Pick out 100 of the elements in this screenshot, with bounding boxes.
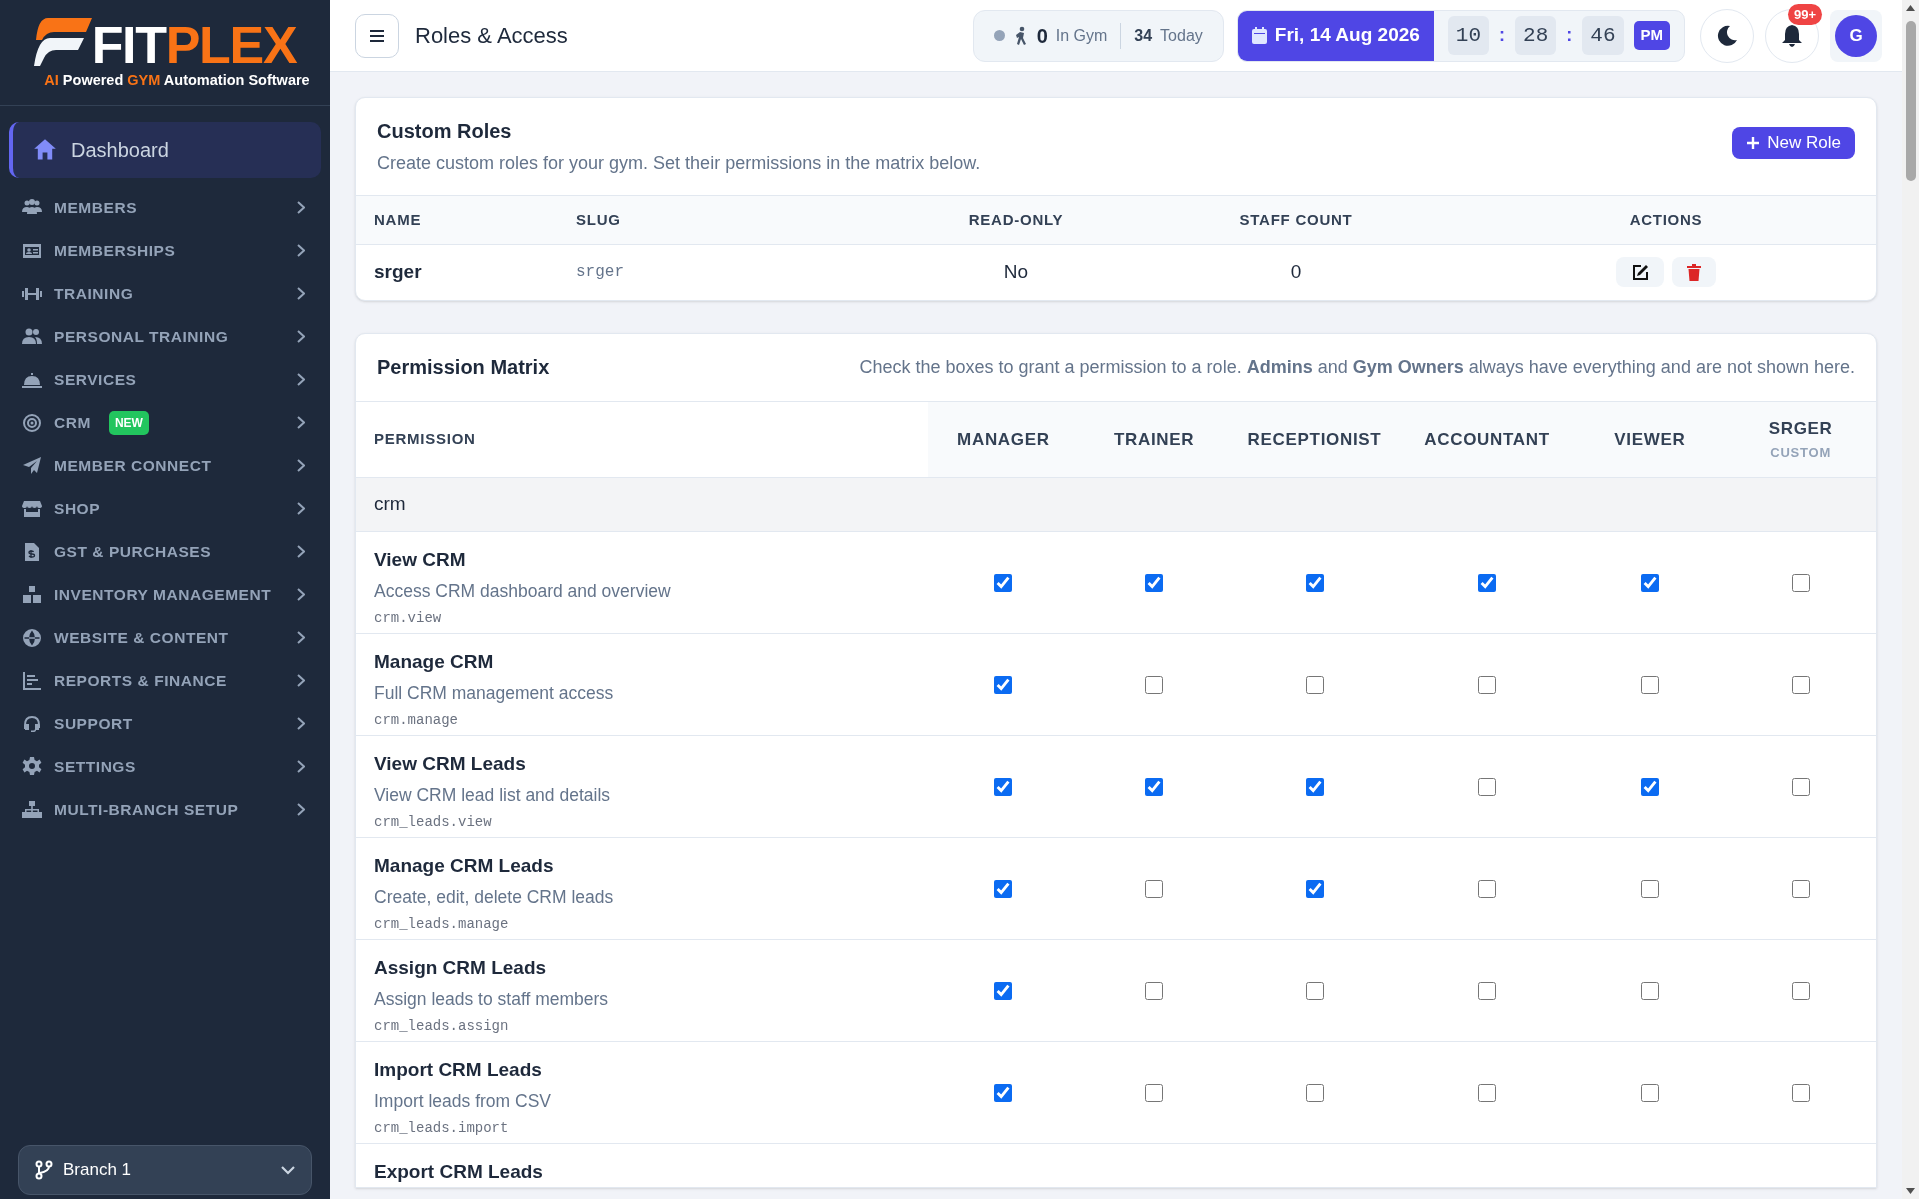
permission-description: Import leads from CSV [374, 1089, 551, 1113]
permission-checkbox[interactable] [1478, 574, 1496, 593]
permission-description: View CRM lead list and details [374, 783, 611, 807]
sidebar-item[interactable]: REPORTS & FINANCE [9, 659, 321, 702]
sidebar-item[interactable]: MEMBERS [9, 186, 321, 229]
permission-checkbox[interactable] [1640, 676, 1659, 695]
sidebar-item[interactable]: WEBSITE & CONTENT [9, 616, 321, 659]
permission-checkbox[interactable] [1305, 778, 1324, 797]
permission-checkbox[interactable] [994, 676, 1013, 695]
chevron-right-icon [297, 502, 305, 515]
permission-checkbox[interactable] [1791, 778, 1810, 797]
permission-checkbox[interactable] [1305, 1084, 1324, 1103]
clock-separator: : [1566, 24, 1573, 47]
permission-checkbox[interactable] [994, 574, 1013, 593]
chevron-right-icon [297, 588, 305, 601]
sidebar-item[interactable]: SUPPORT [9, 702, 321, 745]
chevron-right-icon [297, 330, 305, 343]
permission-checkbox[interactable] [1640, 778, 1659, 797]
permission-checkbox[interactable] [1791, 1084, 1810, 1103]
permission-checkbox[interactable] [1478, 778, 1496, 797]
permission-checkbox[interactable] [994, 1084, 1013, 1103]
permission-checkbox[interactable] [1791, 676, 1810, 695]
permission-checkbox[interactable] [1478, 880, 1496, 899]
chevron-right-icon [297, 416, 305, 429]
card-subtitle: Create custom roles for your gym. Set their permissions in the matrix below. [377, 152, 981, 175]
in-gym-count: 0 [1036, 23, 1048, 49]
permission-checkbox[interactable] [1145, 982, 1164, 1001]
role-column-header: VIEWER [1613, 428, 1687, 451]
boxes-icon [22, 584, 42, 605]
read-only-value: No [896, 244, 1136, 300]
permission-checkbox[interactable] [994, 778, 1013, 797]
permission-title: Manage CRM [374, 650, 495, 674]
permission-checkbox[interactable] [1640, 574, 1659, 593]
permission-checkbox[interactable] [1305, 982, 1324, 1001]
permission-title: Manage CRM Leads [374, 854, 555, 878]
sidebar-item[interactable]: Dashboard [9, 122, 321, 178]
permission-checkbox[interactable] [1305, 880, 1324, 899]
permission-checkbox[interactable] [1478, 982, 1496, 1001]
sidebar-item[interactable]: CRM NEW [9, 401, 321, 444]
card-hint: Check the boxes to grant a permission to a role. Admins and Gym Owners always have everything and are not shown here. [859, 355, 1855, 379]
new-role-button[interactable]: New Role [1732, 127, 1855, 159]
permission-key: crm_leads.view [374, 811, 492, 833]
permission-checkbox[interactable] [1791, 574, 1810, 593]
scrollbar-thumb[interactable] [1905, 21, 1916, 181]
sidebar-item[interactable]: SHOP [9, 487, 321, 530]
permission-checkbox[interactable] [1145, 880, 1164, 899]
moon-icon [1716, 24, 1738, 47]
permission-checkbox[interactable] [1305, 574, 1324, 593]
sidebar-item[interactable]: MULTI-BRANCH SETUP [9, 788, 321, 831]
permission-checkbox[interactable] [1145, 778, 1164, 797]
user-avatar[interactable]: G [1835, 14, 1877, 57]
dark-mode-button[interactable] [1700, 8, 1754, 63]
chevron-right-icon [297, 459, 305, 472]
permission-checkbox[interactable] [1640, 982, 1659, 1001]
plus-icon [1746, 136, 1761, 150]
sidebar-item[interactable]: PERSONAL TRAINING [9, 315, 321, 358]
permission-checkbox[interactable] [994, 880, 1013, 899]
edit-button[interactable] [1616, 257, 1664, 287]
clock-seconds: 46 [1582, 15, 1624, 56]
calendar-icon [1251, 27, 1267, 44]
permission-checkbox[interactable] [1640, 880, 1659, 899]
sidebar-item[interactable]: MEMBERSHIPS [9, 229, 321, 272]
sitemap-icon [22, 799, 42, 820]
store-icon [22, 498, 42, 519]
sidebar-item[interactable]: MEMBER CONNECT [9, 444, 321, 487]
permission-group-label: crm [374, 493, 406, 515]
permission-checkbox[interactable] [1145, 574, 1164, 593]
menu-button[interactable] [355, 13, 399, 58]
edit-icon [1631, 263, 1649, 281]
sidebar-item[interactable]: SETTINGS [9, 745, 321, 788]
sidebar-item[interactable]: TRAINING [9, 272, 321, 315]
logo-word: FIT [91, 21, 166, 68]
column-header: ACTIONS [1456, 195, 1876, 245]
permission-checkbox[interactable] [1791, 982, 1810, 1001]
scrollbar[interactable] [1902, 0, 1919, 1199]
permission-checkbox[interactable] [1478, 676, 1496, 695]
clock-hours: 10 [1447, 15, 1490, 56]
today-count: 34 [1134, 25, 1153, 46]
scroll-up-arrow-icon[interactable] [1906, 5, 1915, 11]
sidebar-item[interactable]: SERVICES [9, 358, 321, 401]
column-header: SLUG [576, 195, 896, 245]
scroll-down-arrow-icon[interactable] [1906, 1188, 1915, 1194]
role-column-header: MANAGER [956, 428, 1051, 451]
role-slug: srger [576, 244, 896, 300]
chevron-right-icon [297, 244, 305, 257]
permission-checkbox[interactable] [1145, 1084, 1164, 1103]
permission-checkbox[interactable] [1305, 676, 1324, 695]
permission-checkbox[interactable] [1145, 676, 1164, 695]
permission-title: Export CRM Leads [374, 1160, 544, 1184]
sidebar-item[interactable]: GST & PURCHASES [9, 530, 321, 573]
permission-checkbox[interactable] [1791, 880, 1810, 899]
delete-button[interactable] [1672, 257, 1716, 287]
sidebar-item[interactable]: INVENTORY MANAGEMENT [9, 573, 321, 616]
permission-key: crm.manage [374, 709, 458, 731]
permission-title: View CRM [374, 548, 467, 572]
permission-checkbox[interactable] [1478, 1084, 1496, 1103]
permission-checkbox[interactable] [1640, 1084, 1659, 1103]
chevron-right-icon [297, 287, 305, 300]
branch-selector[interactable]: Branch 1 [18, 1145, 312, 1195]
permission-checkbox[interactable] [994, 982, 1013, 1001]
